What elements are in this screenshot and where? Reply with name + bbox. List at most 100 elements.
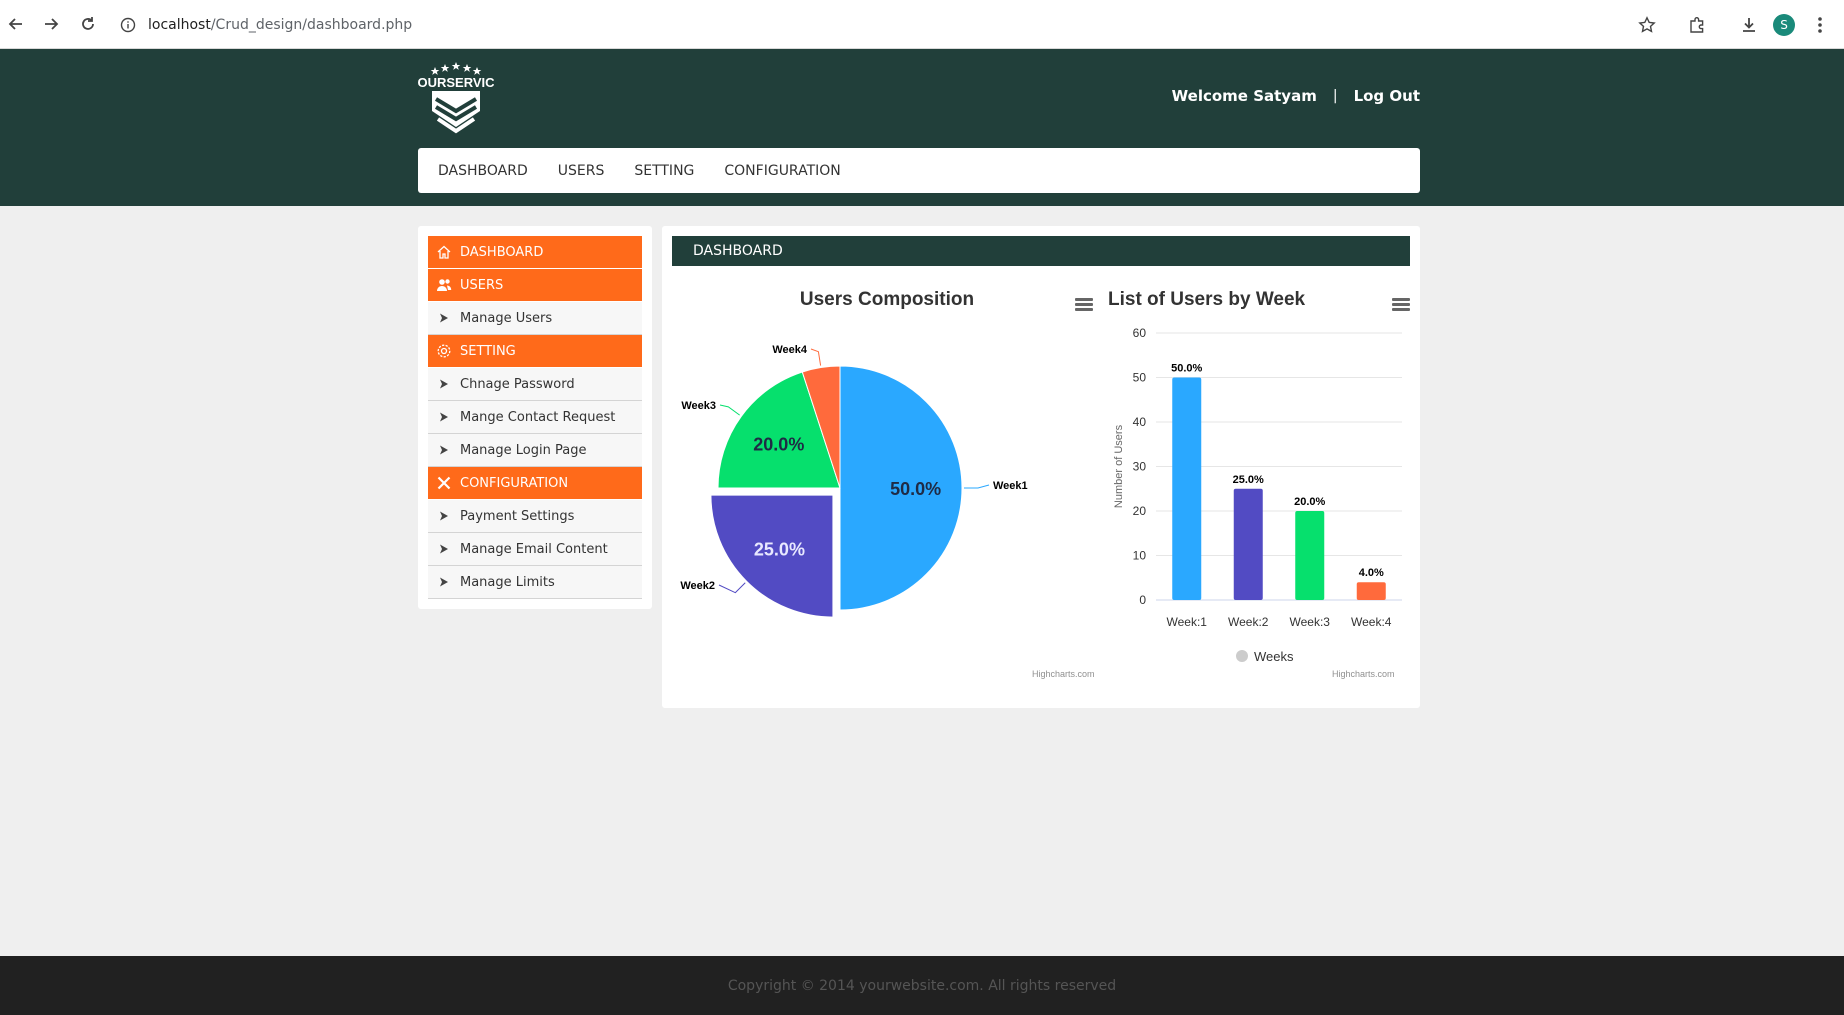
pie-chart-container: Users Composition 50.0% Week1 25.0% Week2 20… (672, 282, 1102, 702)
url-host: localhost (148, 17, 211, 33)
legend-item: Weeks (1254, 649, 1294, 664)
sidebar-head-label: SETTING (460, 343, 516, 359)
y-tick-label: 0 (1139, 593, 1146, 607)
bar-4 (1356, 582, 1386, 600)
gear-icon (437, 344, 451, 358)
sidebar-item-manage-limits[interactable]: Manage Limits (428, 566, 642, 599)
bar-chart: 0 10 20 30 40 50 60 Number of Users 50.0% Week:1 2… (1113, 326, 1402, 664)
y-tick-label: 30 (1133, 460, 1147, 474)
sidebar-head-users[interactable]: USERS (428, 269, 642, 301)
chart-credit[interactable]: Highcharts.com (1032, 669, 1095, 679)
y-tick-label: 60 (1133, 326, 1147, 340)
user-area: Welcome Satyam | Log Out (1172, 87, 1420, 105)
logo-text: YOURSERVICE (418, 75, 494, 90)
sidebar-head-configuration[interactable]: CONFIGURATION (428, 467, 642, 499)
y-tick-label: 10 (1133, 549, 1147, 563)
bar-data-label: 25.0% (1233, 474, 1264, 486)
main-panel: DASHBOARD Users Composition 50.0% Week1 25… (662, 226, 1420, 708)
logout-link[interactable]: Log Out (1354, 87, 1420, 105)
chart-menu-icon[interactable] (1392, 298, 1410, 312)
chart-credit[interactable]: Highcharts.com (1332, 669, 1395, 679)
pie-connector (718, 582, 746, 594)
bar-data-label: 4.0% (1359, 567, 1384, 579)
bookmark-star-icon[interactable] (1636, 12, 1658, 38)
chevron-right-icon (440, 445, 448, 455)
site-logo: YOURSERVICE (418, 62, 494, 134)
topnav-setting[interactable]: SETTING (634, 163, 694, 179)
pie-chart: 50.0% Week1 25.0% Week2 20.0% Week3 Week4 (680, 344, 1028, 618)
pie-slice-name: Week1 (993, 480, 1028, 492)
sidebar-item-email-content[interactable]: Manage Email Content (428, 533, 642, 566)
sidebar-head-setting[interactable]: SETTING (428, 335, 642, 367)
sidebar-item-label: Manage Email Content (460, 541, 608, 557)
sidebar-item-label: Manage Limits (460, 574, 555, 590)
topnav-dashboard[interactable]: DASHBOARD (438, 163, 528, 179)
pie-chart-title: Users Composition (799, 289, 975, 310)
header-separator: | (1332, 88, 1338, 104)
sidebar-item-label: Manage Login Page (460, 442, 587, 458)
bar-chart-container: List of Users by Week 0 10 20 30 40 50 60 Numbe… (1108, 282, 1414, 702)
y-axis-label: Number of Users (1113, 424, 1125, 508)
y-tick-label: 20 (1133, 504, 1147, 518)
pie-data-label: 50.0% (890, 479, 941, 499)
sidebar-item-manage-users[interactable]: Manage Users (428, 302, 642, 335)
pie-data-label: 25.0% (754, 540, 805, 560)
bar-1 (1172, 377, 1202, 600)
pie-slice-name: Week2 (680, 580, 715, 592)
browser-menu-icon[interactable] (1812, 12, 1828, 38)
tools-icon (437, 476, 451, 490)
legend-symbol (1236, 650, 1248, 662)
panel-title: DASHBOARD (672, 236, 1410, 266)
site-info-icon[interactable] (120, 17, 136, 33)
sidebar-item-change-password[interactable]: Chnage Password (428, 368, 642, 401)
bar-3 (1295, 511, 1325, 600)
chart-menu-icon[interactable] (1075, 298, 1093, 312)
pie-connector (964, 484, 990, 489)
browser-toolbar: localhost/Crud_design/dashboard.php S (0, 0, 1844, 49)
pie-connector (719, 404, 740, 416)
copyright-text: Copyright © 2014 yourwebsite.com. All ri… (727, 977, 1117, 994)
chevron-right-icon (440, 511, 448, 521)
bar-2 (1233, 488, 1263, 600)
sidebar-head-label: CONFIGURATION (460, 475, 569, 491)
topnav-configuration[interactable]: CONFIGURATION (724, 163, 840, 179)
users-icon (437, 279, 452, 291)
x-tick-label: Week:4 (1351, 615, 1392, 629)
sidebar-head-label: DASHBOARD (460, 244, 544, 260)
y-tick-label: 50 (1133, 371, 1147, 385)
sidebar-head-dashboard[interactable]: DASHBOARD (428, 236, 642, 268)
sidebar-head-label: USERS (460, 277, 504, 293)
chevron-right-icon (440, 313, 448, 323)
bar-chart-title: List of Users by Week (1108, 289, 1306, 310)
reload-icon[interactable] (78, 14, 98, 34)
download-icon[interactable] (1738, 12, 1760, 38)
x-tick-label: Week:1 (1167, 615, 1208, 629)
profile-avatar[interactable]: S (1773, 12, 1795, 38)
welcome-text: Welcome Satyam (1171, 87, 1317, 105)
topnav-users[interactable]: USERS (558, 163, 605, 179)
pie-data-label: 20.0% (753, 435, 804, 455)
sidebar-item-contact-request[interactable]: Mange Contact Request (428, 401, 642, 434)
chevron-right-icon (440, 577, 448, 587)
extensions-icon[interactable] (1686, 12, 1708, 38)
chevron-right-icon (440, 379, 448, 389)
y-tick-label: 40 (1133, 415, 1147, 429)
pie-slice-name: Week3 (681, 400, 716, 412)
pie-connector (810, 348, 822, 366)
sidebar-item-label: Mange Contact Request (460, 409, 616, 425)
address-bar[interactable]: localhost/Crud_design/dashboard.php (120, 10, 1620, 40)
sidebar-item-label: Manage Users (460, 310, 553, 326)
x-tick-label: Week:2 (1228, 615, 1269, 629)
footer: Copyright © 2014 yourwebsite.com. All ri… (0, 956, 1844, 1015)
bar-data-label: 20.0% (1294, 496, 1325, 508)
sidebar-item-login-page[interactable]: Manage Login Page (428, 434, 642, 467)
x-tick-label: Week:3 (1290, 615, 1331, 629)
forward-icon[interactable] (41, 14, 61, 34)
sidebar-item-label: Payment Settings (460, 508, 575, 524)
top-navigation: DASHBOARD USERS SETTING CONFIGURATION (418, 148, 1420, 193)
sidebar: DASHBOARD USERS Manage Users SETTING Chn… (418, 226, 652, 609)
site-header: YOURSERVICE Welcome Satyam | Log Out DAS… (0, 49, 1844, 206)
sidebar-item-payment-settings[interactable]: Payment Settings (428, 500, 642, 533)
back-icon[interactable] (6, 14, 26, 34)
sidebar-item-label: Chnage Password (460, 376, 575, 392)
